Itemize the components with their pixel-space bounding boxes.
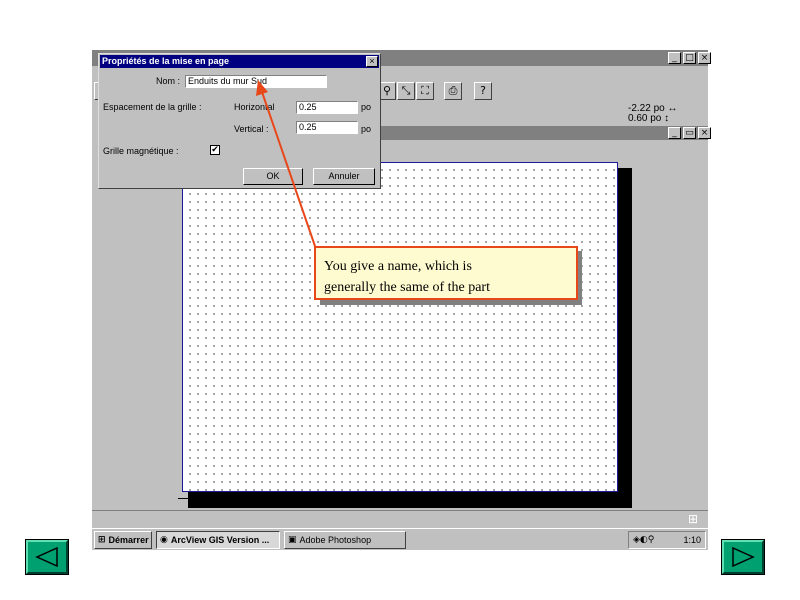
callout-line-1: You give a name, which is	[324, 259, 472, 274]
vertical-unit-label: po	[361, 124, 372, 134]
layout-page[interactable]	[182, 162, 618, 492]
start-button[interactable]: ⊞ Démarrer	[94, 531, 152, 549]
start-label: Démarrer	[108, 535, 149, 545]
name-label: Nom :	[156, 76, 181, 86]
minimize-button[interactable]: _	[668, 52, 681, 64]
name-field[interactable]: Enduits du mur Sud	[185, 75, 327, 88]
close-button[interactable]: ×	[698, 52, 711, 64]
horizontal-spacing-field[interactable]: 0.25	[296, 101, 358, 114]
tray-icons[interactable]: ◈◐⚲	[633, 532, 654, 548]
callout-line-2: generally the same of the part	[324, 280, 490, 295]
status-bar	[92, 510, 708, 528]
prev-slide-button[interactable]	[25, 539, 69, 575]
next-slide-icon	[732, 546, 755, 568]
vertical-label: Vertical :	[234, 124, 269, 134]
coordinate-readout: -2.22 po ↔ 0.60 po ↕	[628, 104, 677, 124]
layout-close-button[interactable]: ×	[698, 127, 711, 139]
taskbar-item-photoshop[interactable]: ▣ Adobe Photoshop	[284, 531, 406, 549]
layout-minimize-button[interactable]: _	[668, 127, 681, 139]
prev-slide-icon	[35, 546, 58, 568]
dialog-title: Propriétés de la mise en page	[100, 55, 379, 68]
globe-icon: ◉	[160, 535, 168, 545]
windows-logo-icon: ⊞	[98, 535, 106, 545]
annotation-callout: You give a name, which is generally the …	[314, 246, 578, 300]
system-tray: ◈◐⚲ 1:10	[628, 531, 706, 549]
photoshop-icon: ▣	[288, 535, 297, 545]
zoom-full-icon[interactable]: ⤡	[397, 82, 415, 100]
dialog-close-button[interactable]: ×	[366, 56, 378, 67]
horizontal-label: Horizontal	[234, 102, 275, 112]
page-edge-line	[178, 498, 188, 499]
cancel-button[interactable]: Annuler	[313, 168, 375, 185]
taskbar-item-label: ArcView GIS Version ...	[170, 535, 270, 545]
magnetic-grid-checkbox[interactable]: ✔	[210, 145, 220, 155]
layout-titlebar	[380, 126, 708, 140]
arcview-window-controls: _ □ ×	[668, 52, 711, 64]
vertical-spacing-field[interactable]: 0.25	[296, 121, 358, 134]
clock: 1:10	[683, 535, 701, 545]
zoom-extent-icon[interactable]: ⛶	[416, 82, 434, 100]
taskbar-item-label: Adobe Photoshop	[299, 535, 372, 545]
layout-window-controls: _ ▭ ×	[668, 127, 711, 139]
layout-restore-button[interactable]: ▭	[683, 127, 696, 139]
toolbar-buttons: ⚲ ⤡ ⛶	[378, 82, 434, 100]
maximize-button[interactable]: □	[683, 52, 696, 64]
magnetic-grid-label: Grille magnétique :	[103, 146, 179, 156]
resize-grip-icon[interactable]: ⊞	[688, 513, 700, 525]
horizontal-unit-label: po	[361, 102, 372, 112]
coord-y: 0.60 po ↕	[628, 113, 670, 124]
next-slide-button[interactable]	[721, 539, 765, 575]
taskbar-item-arcview[interactable]: ◉ ArcView GIS Version ...	[156, 531, 280, 549]
ok-button[interactable]: OK	[243, 168, 303, 185]
grid-spacing-label: Espacement de la grille :	[103, 102, 202, 112]
help-icon[interactable]: ?	[474, 82, 492, 100]
print-icon[interactable]: ⎙	[444, 82, 462, 100]
